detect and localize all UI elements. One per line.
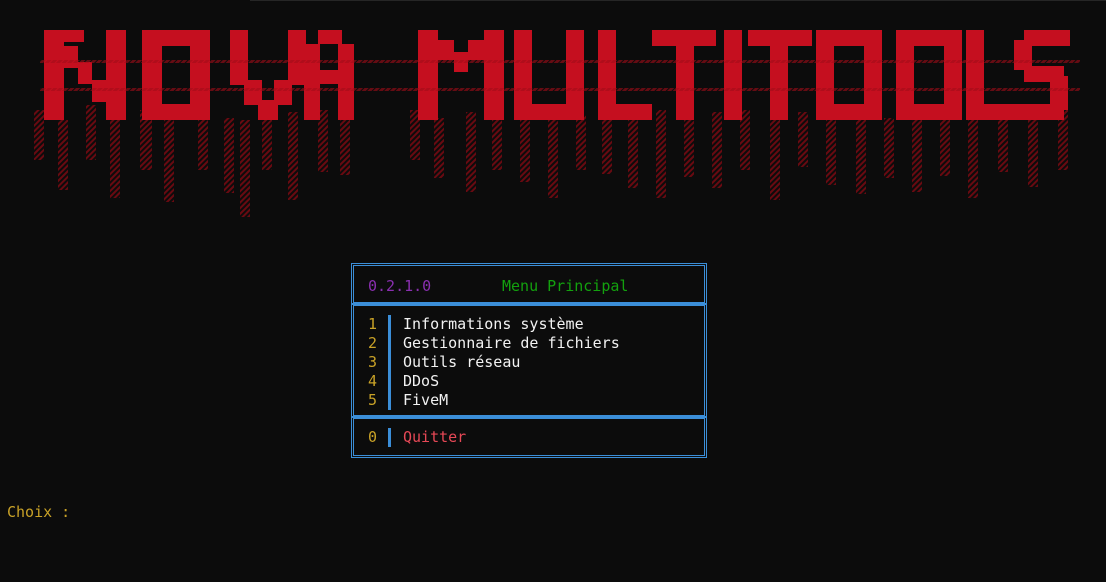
menu-item-label: Gestionnaire de fichiers	[403, 334, 620, 352]
version-label: 0.2.1.0	[368, 277, 432, 295]
menu-item-network-tools[interactable]: 3 Outils réseau	[368, 353, 520, 372]
menu-separator	[388, 315, 391, 334]
menu-item-number: 0	[368, 428, 378, 446]
banner-drips	[34, 105, 1068, 217]
terminal-window: 0.2.1.0 Menu Principal 1 Informations sys…	[0, 0, 1106, 582]
menu-header-box: 0.2.1.0 Menu Principal	[351, 263, 707, 305]
menu-item-label: DDoS	[403, 372, 440, 390]
menu-item-file-manager[interactable]: 2 Gestionnaire de fichiers	[368, 334, 620, 353]
menu-item-fivem[interactable]: 5 FiveM	[368, 391, 448, 410]
choice-prompt[interactable]: Choix :	[7, 503, 70, 521]
main-menu: 0.2.1.0 Menu Principal 1 Informations sys…	[351, 263, 707, 458]
menu-item-quit[interactable]: 0 Quitter	[368, 428, 466, 447]
ascii-banner-logo	[34, 30, 1080, 217]
menu-item-label: FiveM	[403, 391, 449, 409]
menu-item-number: 4	[368, 372, 378, 390]
menu-item-ddos[interactable]: 4 DDoS	[368, 372, 439, 391]
menu-item-number: 2	[368, 334, 378, 352]
menu-title: Menu Principal	[502, 277, 629, 295]
menu-quit-box: 0 Quitter	[351, 416, 707, 458]
menu-item-number: 1	[368, 315, 378, 333]
prompt-label: Choix :	[7, 503, 71, 521]
menu-item-number: 3	[368, 353, 378, 371]
menu-item-label: Outils réseau	[403, 353, 521, 371]
menu-items-box: 1 Informations système 2 Gestionnaire de f…	[351, 303, 707, 418]
menu-separator	[388, 391, 391, 410]
menu-separator	[388, 334, 391, 353]
menu-item-system-info[interactable]: 1 Informations système	[368, 315, 584, 334]
menu-separator	[388, 353, 391, 372]
menu-separator	[388, 428, 391, 447]
menu-item-number: 5	[368, 391, 378, 409]
banner-letters	[44, 30, 1070, 120]
menu-item-label: Quitter	[403, 428, 467, 446]
menu-item-label: Informations système	[403, 315, 584, 333]
menu-separator	[388, 372, 391, 391]
